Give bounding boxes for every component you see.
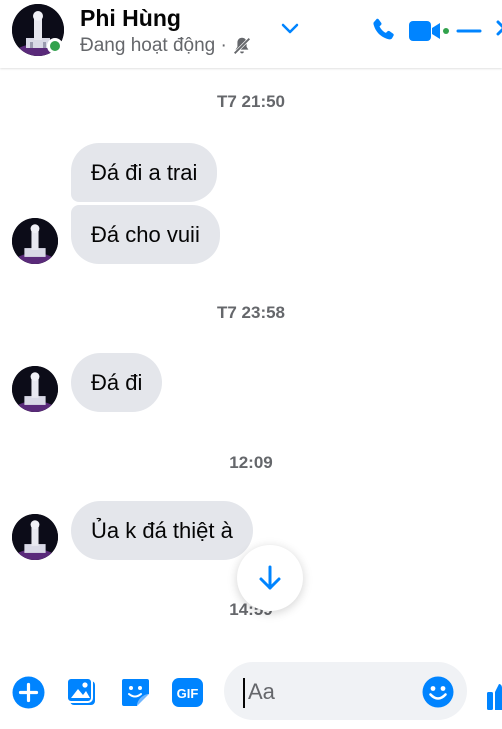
activity-status: Đang hoạt động · — [80, 35, 227, 56]
online-status-dot — [47, 38, 63, 54]
sender-avatar[interactable] — [12, 366, 58, 412]
message-input-placeholder: Aa — [248, 679, 275, 704]
like-icon[interactable] — [486, 682, 502, 712]
message-bubble[interactable]: Đá đi — [71, 353, 163, 412]
gif-icon[interactable]: GIF — [171, 676, 204, 709]
svg-text:GIF: GIF — [177, 686, 199, 701]
text-caret — [243, 678, 245, 708]
message-timestamp: T7 23:58 — [216, 303, 286, 322]
contact-name: Phi Hùng — [80, 5, 181, 31]
arrow-down-icon — [259, 565, 281, 590]
phone-icon[interactable] — [369, 16, 397, 44]
video-icon[interactable] — [408, 18, 450, 44]
contact-avatar[interactable] — [12, 4, 64, 56]
message-timestamp: 12:09 — [229, 453, 273, 472]
sender-avatar[interactable] — [12, 218, 58, 264]
scroll-to-bottom-button[interactable] — [237, 545, 303, 611]
emoji-icon[interactable] — [422, 676, 454, 708]
message-timestamp: T7 21:50 — [216, 92, 286, 111]
message-bubble[interactable]: Ủa k đá thiệt à — [71, 501, 253, 560]
chevron-down-icon[interactable] — [280, 22, 300, 36]
message-bubble[interactable]: Đá đi a trai — [71, 143, 218, 202]
sticker-icon[interactable] — [119, 676, 152, 709]
minimize-icon[interactable] — [455, 18, 483, 44]
notifications-muted-icon — [233, 37, 251, 55]
sender-avatar[interactable] — [12, 514, 58, 560]
plus-icon[interactable] — [12, 676, 45, 709]
chat-header: Phi Hùng Đang hoạt động · — [0, 0, 502, 68]
close-icon[interactable] — [494, 16, 502, 44]
message-input[interactable]: Aa — [224, 662, 467, 720]
contact-title[interactable]: Phi Hùng Đang hoạt động · — [80, 4, 253, 58]
message-bubble[interactable]: Đá cho vuii — [71, 205, 220, 264]
image-icon[interactable] — [66, 676, 99, 709]
